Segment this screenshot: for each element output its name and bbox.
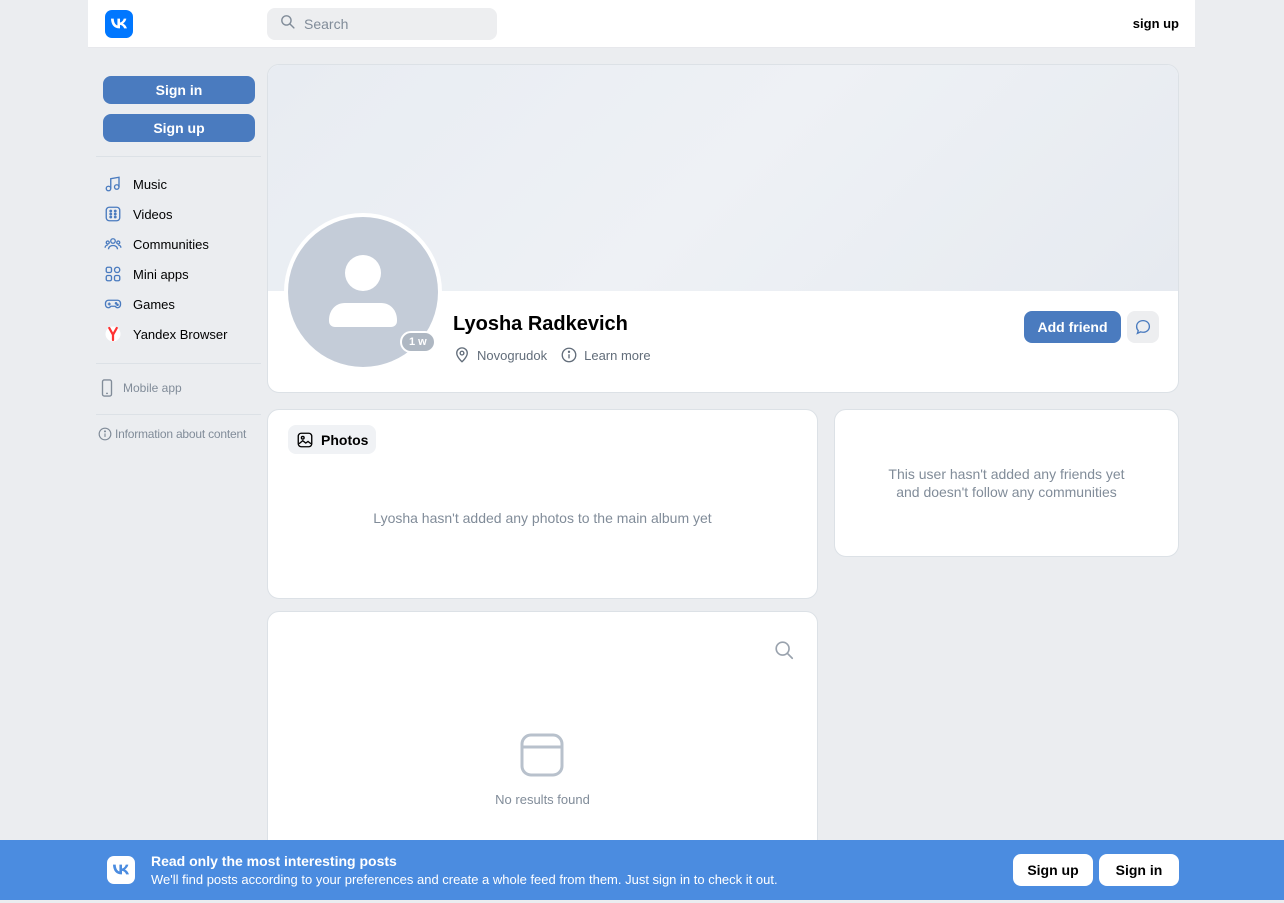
last-seen-badge: 1 w (400, 331, 436, 353)
sign-in-button[interactable]: Sign in (103, 76, 255, 104)
info-icon (98, 427, 112, 441)
location-label: Novogrudok (477, 347, 548, 363)
info-label: Information about content (115, 427, 247, 441)
search-icon (279, 13, 296, 35)
sidebar-item-communities[interactable]: Communities (96, 229, 261, 259)
add-friend-button[interactable]: Add friend (1024, 311, 1121, 343)
avatar-frame: 1 w (284, 213, 442, 371)
sidebar-item-games[interactable]: Games (96, 289, 261, 319)
search-box[interactable] (267, 8, 497, 40)
info-icon (561, 347, 577, 363)
banner-subtitle: We'll find posts according to your prefe… (151, 872, 778, 887)
information-about-content-link[interactable]: Information about content (96, 427, 261, 441)
sidebar-item-videos[interactable]: Videos (96, 199, 261, 229)
music-note-icon (104, 175, 122, 193)
photos-card: Photos Lyosha hasn't added any photos to… (267, 409, 818, 599)
banner-title: Read only the most interesting posts (151, 853, 397, 869)
header-signup-link[interactable]: sign up (1133, 16, 1179, 31)
tab-photos-label: Photos (321, 431, 369, 448)
sidebar-item-label: Mini apps (133, 266, 189, 282)
vk-logo-icon (107, 856, 135, 884)
divider (96, 156, 261, 157)
learn-more-link[interactable]: Learn more (560, 346, 651, 364)
top-header: sign up (88, 0, 1195, 48)
left-sidebar: Sign in Sign up Music Videos Communities… (96, 76, 261, 441)
divider (96, 363, 261, 364)
sidebar-item-mini-apps[interactable]: Mini apps (96, 259, 261, 289)
sidebar-item-label: Music (133, 176, 167, 192)
profile-meta: Novogrudok Learn more (453, 346, 664, 364)
divider (96, 414, 261, 415)
banner-sign-up-button[interactable]: Sign up (1013, 854, 1093, 886)
banner-sign-in-button[interactable]: Sign in (1099, 854, 1179, 886)
gamepad-icon (104, 295, 122, 313)
search-input[interactable] (304, 16, 484, 32)
mobile-app-label: Mobile app (123, 381, 182, 395)
location: Novogrudok (453, 346, 547, 364)
video-icon (104, 205, 122, 223)
friends-empty-line-1: This user hasn't added any friends yet (888, 466, 1125, 482)
friends-empty-message: This user hasn't added any friends yet a… (835, 465, 1178, 501)
sidebar-item-label: Videos (133, 206, 173, 222)
friends-card: This user hasn't added any friends yet a… (834, 409, 1179, 557)
wall-card: No results found (267, 611, 818, 871)
search-icon[interactable] (773, 639, 795, 661)
message-bubble-icon (1135, 319, 1151, 335)
learn-more-label: Learn more (584, 347, 651, 363)
no-results-text: No results found (495, 792, 590, 807)
photo-icon (297, 432, 313, 447)
sidebar-item-label: Games (133, 296, 175, 312)
message-button[interactable] (1127, 311, 1159, 343)
yandex-browser-icon (104, 325, 122, 343)
profile-card: 1 w Lyosha Radkevich Novogrudok Learn mo… (267, 64, 1179, 393)
sidebar-item-label: Communities (133, 236, 209, 252)
sidebar-item-label: Yandex Browser (133, 326, 228, 342)
mini-apps-icon (104, 265, 122, 283)
communities-icon (104, 235, 122, 253)
empty-placeholder-icon (520, 733, 564, 777)
friends-empty-line-2: and doesn't follow any communities (896, 484, 1117, 500)
photos-empty-message: Lyosha hasn't added any photos to the ma… (373, 510, 712, 526)
signup-banner: Read only the most interesting posts We'… (0, 840, 1284, 900)
sidebar-item-music[interactable]: Music (96, 169, 261, 199)
sidebar-item-yandex-browser[interactable]: Yandex Browser (96, 319, 261, 349)
location-pin-icon (456, 347, 468, 363)
mobile-app-link[interactable]: Mobile app (96, 376, 261, 400)
sign-up-button[interactable]: Sign up (103, 114, 255, 142)
profile-name: Lyosha Radkevich (453, 313, 628, 335)
vk-logo-icon[interactable] (105, 10, 133, 38)
tab-photos[interactable]: Photos (288, 425, 377, 454)
phone-icon (101, 379, 113, 397)
